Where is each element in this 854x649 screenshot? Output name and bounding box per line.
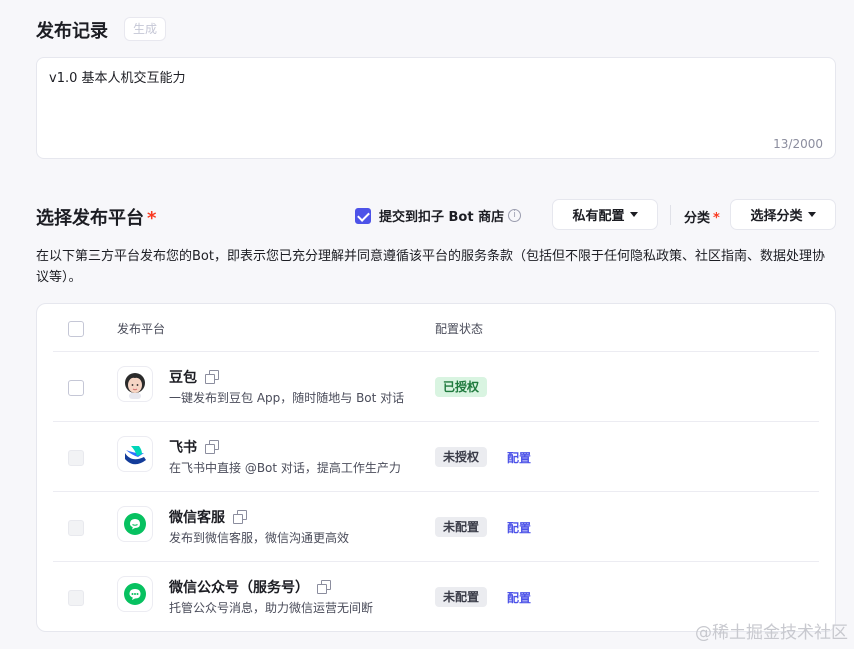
info-icon[interactable]: i [508,209,522,222]
doubao-avatar-icon [117,366,153,402]
submit-to-store-label[interactable]: 提交到扣子 Bot 商店 [379,206,504,225]
release-notes-textarea[interactable]: v1.0 基本人机交互能力 13/2000 [36,57,836,159]
private-config-dropdown[interactable]: 私有配置 [552,199,658,230]
category-select-label: 选择分类 [750,209,803,224]
platform-name-text: 微信客服 [169,510,225,526]
platform-name-text: 微信公众号（服务号） [169,580,309,596]
wechat-official-icon [117,576,153,612]
required-mark: * [147,208,157,229]
col-status-header: 配置状态 [435,322,484,336]
release-notes-value: v1.0 基本人机交互能力 [49,71,186,86]
configure-link[interactable]: 配置 [507,449,531,466]
category-label: 分类 * [684,207,720,226]
caret-down-icon [807,212,816,217]
col-platform-header: 发布平台 [117,322,166,336]
platform-description: 托管公众号消息，助力微信运营无间断 [169,601,374,615]
row-checkbox[interactable] [68,450,84,466]
status-badge: 未配置 [435,587,488,607]
platform-description: 一键发布到豆包 App，随时随地与 Bot 对话 [169,391,405,405]
submit-to-store-checkbox[interactable] [355,207,371,224]
generate-button[interactable]: 生成 [124,17,166,41]
row-checkbox[interactable] [68,380,84,396]
private-config-label: 私有配置 [572,209,625,224]
platform-name: 豆包 [169,367,219,387]
table-row: 豆包 一键发布到豆包 App，随时随地与 Bot 对话 已授权 [53,352,819,422]
select-all-checkbox[interactable] [68,321,84,337]
platform-name: 微信公众号（服务号） [169,577,331,597]
configure-link[interactable]: 配置 [507,589,531,606]
caret-down-icon [629,212,638,217]
platform-description: 在飞书中直接 @Bot 对话，提高工作生产力 [169,461,401,475]
platform-terms-description: 在以下第三方平台发布您的Bot，即表示您已充分理解并同意遵循该平台的服务条款（包… [36,249,825,285]
platform-table: 发布平台 配置状态 豆包 一键发布到豆包 App，随时随地与 Bot 对话 已授… [36,303,836,632]
table-row: 飞书 在飞书中直接 @Bot 对话，提高工作生产力 未授权 配置 [53,422,819,492]
status-badge: 未配置 [435,517,488,537]
copy-icon[interactable] [233,510,247,524]
copy-icon[interactable] [205,440,219,454]
table-row: 微信客服 发布到微信客服，微信沟通更高效 未配置 配置 [53,492,819,562]
row-checkbox[interactable] [68,590,84,606]
platform-name: 飞书 [169,437,219,457]
row-checkbox[interactable] [68,520,84,536]
platform-name: 微信客服 [169,507,247,527]
table-header: 发布平台 配置状态 [53,304,819,352]
platform-name-text: 飞书 [169,440,197,456]
release-record-title: 发布记录 [36,21,108,42]
watermark: @稀土掘金技术社区 [695,623,848,643]
char-counter: 13/2000 [773,137,823,151]
platform-description: 发布到微信客服，微信沟通更高效 [169,531,350,545]
select-platform-title: 选择发布平台 * [36,204,156,230]
category-label-text: 分类 [684,211,711,226]
feishu-icon [117,436,153,472]
status-badge: 已授权 [435,377,488,397]
toolbar-divider [670,205,671,225]
copy-icon[interactable] [205,370,219,384]
platform-name-text: 豆包 [169,370,197,386]
select-platform-title-text: 选择发布平台 [36,208,144,229]
configure-link[interactable]: 配置 [507,519,531,536]
submit-to-store-row[interactable]: 提交到扣子 Bot 商店 i [355,206,522,225]
copy-icon[interactable] [317,580,331,594]
category-select-dropdown[interactable]: 选择分类 [730,199,836,230]
status-badge: 未授权 [435,447,488,467]
category-required-mark: * [713,211,720,226]
wechat-service-icon [117,506,153,542]
